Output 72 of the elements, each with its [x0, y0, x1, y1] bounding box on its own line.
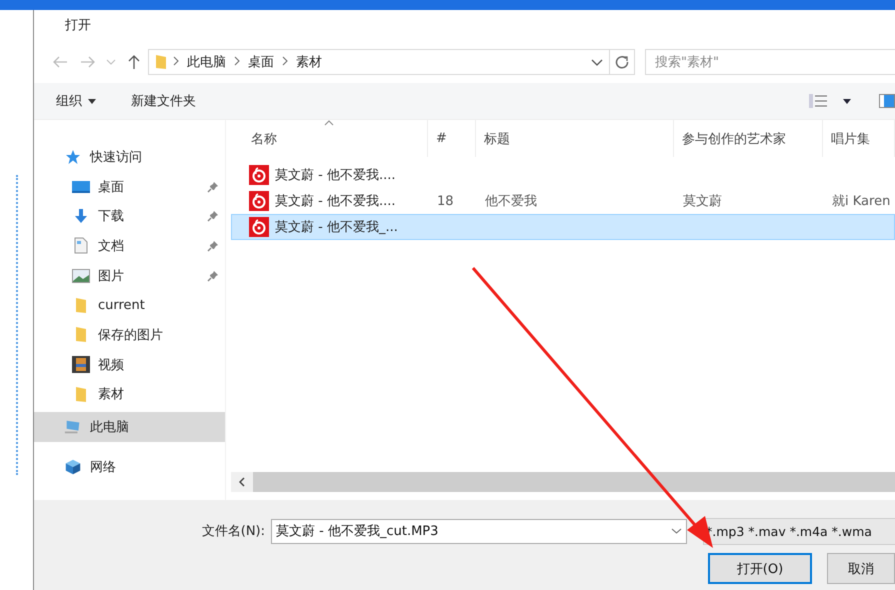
column-header[interactable]: 名称: [231, 120, 428, 157]
sidebar-item[interactable]: 下载: [34, 201, 225, 232]
column-header[interactable]: #: [428, 120, 476, 157]
pin-icon[interactable]: [207, 240, 219, 252]
file-name-field[interactable]: 莫文蔚 - 他不爱我_cut.MP3: [271, 518, 687, 544]
column-header[interactable]: 唱片集: [823, 120, 895, 157]
document-icon: [72, 237, 90, 254]
file-name-label: 文件名(N):: [200, 523, 266, 540]
new-folder-button[interactable]: 新建文件夹: [131, 92, 196, 110]
folder-icon: [155, 54, 167, 70]
organize-menu[interactable]: 组织: [56, 92, 96, 110]
sidebar-item[interactable]: 网络: [34, 452, 225, 482]
sidebar-item-label: 网络: [90, 458, 116, 476]
table-cell-text: 就i Karen: [832, 193, 890, 210]
sidebar-item[interactable]: 此电脑: [34, 412, 225, 442]
view-options-icon[interactable]: [809, 93, 829, 109]
sidebar-item[interactable]: current: [34, 290, 225, 320]
sidebar-item[interactable]: 保存的图片: [34, 320, 225, 350]
sidebar-item-label: 下载: [98, 208, 124, 226]
caret-icon: [88, 98, 96, 104]
sidebar-item-label: 桌面: [98, 178, 124, 196]
music-file-icon: [249, 217, 269, 237]
sidebar-item-label: 此电脑: [90, 419, 129, 436]
dropdown-caret-icon[interactable]: [843, 98, 851, 104]
pin-icon[interactable]: [207, 210, 219, 222]
preview-pane-icon[interactable]: [879, 94, 895, 108]
breadcrumb[interactable]: 桌面: [248, 53, 274, 71]
file-row[interactable]: 莫文蔚 - 他不爱我....: [231, 162, 895, 188]
sidebar-item-label: 文档: [98, 238, 124, 255]
sort-caret-icon: [324, 120, 334, 126]
breadcrumb[interactable]: 素材: [296, 53, 322, 71]
sidebar-item[interactable]: 图片: [34, 260, 225, 290]
scroll-left-icon[interactable]: [231, 472, 253, 492]
search-field[interactable]: 搜索"素材": [645, 49, 895, 75]
sidebar-item[interactable]: 快速访问: [34, 142, 225, 172]
sidebar-item-label: 图片: [98, 268, 124, 285]
file-name: 莫文蔚 - 他不爱我....: [275, 193, 396, 210]
sidebar-item[interactable]: 桌面: [34, 172, 225, 202]
sidebar-item-label: 素材: [98, 386, 124, 404]
file-row[interactable]: 莫文蔚 - 他不爱我.... 18 他不爱我 莫文蔚 就i Karen: [231, 188, 895, 214]
sidebar-item-label: 视频: [98, 356, 124, 374]
table-cell-text: 莫文蔚: [683, 193, 722, 210]
table-cell-text: 他不爱我: [485, 193, 537, 210]
horizontal-scrollbar[interactable]: [231, 472, 895, 492]
picture-icon: [72, 268, 90, 283]
sidebar-item-label: current: [98, 298, 145, 313]
sidebar-item-label: 保存的图片: [98, 326, 163, 344]
table-cell: 18: [437, 194, 454, 208]
file-name: 莫文蔚 - 他不爱我....: [275, 167, 396, 184]
address-bar[interactable]: 此电脑 桌面 素材: [148, 49, 635, 75]
breadcrumb[interactable]: 此电脑: [187, 53, 226, 71]
pin-icon[interactable]: [207, 270, 219, 282]
sidebar-item[interactable]: 素材: [34, 380, 225, 410]
sidebar-item-label: 快速访问: [90, 148, 142, 166]
film-icon: [72, 356, 90, 374]
column-header[interactable]: 标题: [476, 120, 674, 157]
pin-icon[interactable]: [207, 180, 219, 193]
computer-icon: [64, 419, 82, 436]
window-title: 打开: [65, 16, 91, 34]
column-header[interactable]: 参与创作的艺术家: [674, 120, 823, 157]
file-row[interactable]: 莫文蔚 - 他不爱我_...: [231, 214, 895, 240]
music-file-icon: [249, 191, 269, 211]
download-arrow-icon: [72, 208, 90, 224]
sidebar-item[interactable]: 文档: [34, 231, 225, 261]
open-button[interactable]: 打开(O): [708, 553, 812, 584]
sidebar-item[interactable]: 视频: [34, 350, 225, 380]
cancel-button[interactable]: 取消: [826, 553, 895, 584]
desktop-icon: [72, 180, 90, 194]
star-icon: [64, 148, 82, 165]
file-name: 莫文蔚 - 他不爱我_...: [275, 219, 398, 236]
music-file-icon: [249, 165, 269, 185]
network-icon: [64, 458, 82, 476]
